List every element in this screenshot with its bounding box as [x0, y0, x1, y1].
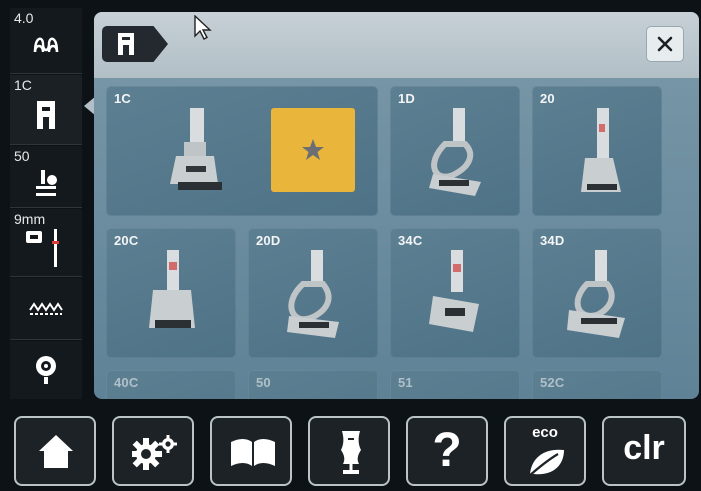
- foot-tile-52c[interactable]: 52C: [532, 370, 662, 399]
- presser-foot-image: [170, 108, 222, 190]
- foot-tile-1c[interactable]: 1C: [106, 86, 378, 216]
- needle-position-button[interactable]: 50: [10, 146, 82, 208]
- foot-label: 51: [398, 375, 413, 390]
- eco-leaf-icon: [527, 449, 564, 478]
- presser-foot-button[interactable]: 1C: [10, 75, 82, 145]
- foot-tile-50[interactable]: 50: [248, 370, 378, 399]
- help-icon: ?: [432, 424, 462, 477]
- foot-tile-34d[interactable]: 34D: [532, 228, 662, 358]
- stitch-plate-value: 9mm: [14, 211, 46, 227]
- foot-tile-20d[interactable]: 20D: [248, 228, 378, 358]
- presser-foot-selection-panel: 1C 1D 20 20C 20D 34C 34D 40C 50 51 52C: [94, 12, 699, 399]
- stitch-width-icon: [33, 37, 59, 53]
- zigzag-stitch-icon: [29, 302, 63, 315]
- presser-foot-image: [149, 250, 195, 328]
- foot-tile-34c[interactable]: 34C: [390, 228, 520, 358]
- foot-label: 40C: [114, 375, 139, 390]
- close-icon: [657, 36, 673, 52]
- needle-position-icon: [36, 170, 57, 196]
- foot-label: 20: [540, 91, 555, 106]
- presser-foot-value: 1C: [14, 77, 32, 93]
- stitch-width-button[interactable]: 4.0: [10, 8, 82, 74]
- presser-foot-image: [581, 108, 621, 192]
- foot-tile-40c[interactable]: 40C: [106, 370, 236, 399]
- home-icon: [39, 435, 73, 468]
- presser-foot-icon: [37, 101, 55, 129]
- eco-button[interactable]: eco: [504, 416, 586, 486]
- presser-foot-grid: 1C 1D 20 20C 20D 34C 34D 40C 50 51 52C: [106, 86, 694, 399]
- sewing-consultant-button[interactable]: [308, 416, 390, 486]
- presser-foot-image: [567, 250, 625, 338]
- status-sidebar: 4.0 1C 50 9mm: [10, 8, 82, 399]
- help-button[interactable]: ?: [406, 416, 488, 486]
- favorite-button[interactable]: [271, 108, 355, 192]
- bobbin-thread-icon: [36, 356, 56, 384]
- foot-label: 1C: [114, 91, 132, 106]
- eco-label: eco: [532, 424, 558, 441]
- stitch-plate-needle-icon: [26, 229, 59, 267]
- tutorial-book-icon: [231, 439, 275, 466]
- presser-foot-image: [429, 108, 481, 196]
- settings-icon: [132, 435, 177, 470]
- stitch-plate-button[interactable]: 9mm: [10, 209, 82, 277]
- clear-label: clr: [623, 429, 665, 467]
- sewing-consultant-icon: [341, 431, 361, 474]
- star-icon: [302, 139, 324, 160]
- foot-label: 52C: [540, 375, 565, 390]
- stitch-type-button[interactable]: [10, 278, 82, 340]
- foot-tile-20[interactable]: 20: [532, 86, 662, 216]
- bobbin-button[interactable]: [10, 341, 82, 399]
- mouse-cursor-icon: [194, 15, 212, 40]
- presser-foot-image: [429, 250, 479, 332]
- foot-label: 1D: [398, 91, 416, 106]
- setup-button[interactable]: [112, 416, 194, 486]
- tutorial-button[interactable]: [210, 416, 292, 486]
- foot-tile-20c[interactable]: 20C: [106, 228, 236, 358]
- home-button[interactable]: [14, 416, 96, 486]
- panel-header: [94, 12, 699, 78]
- foot-tile-51[interactable]: 51: [390, 370, 520, 399]
- needle-position-value: 50: [14, 148, 30, 164]
- foot-label: 50: [256, 375, 271, 390]
- presser-foot-image: [287, 250, 339, 338]
- breadcrumb[interactable]: [102, 26, 168, 62]
- stitch-width-value: 4.0: [14, 10, 34, 26]
- presser-foot-icon: [118, 33, 134, 55]
- clear-button[interactable]: clr: [602, 416, 686, 486]
- foot-tile-1d[interactable]: 1D: [390, 86, 520, 216]
- close-button[interactable]: [646, 26, 684, 62]
